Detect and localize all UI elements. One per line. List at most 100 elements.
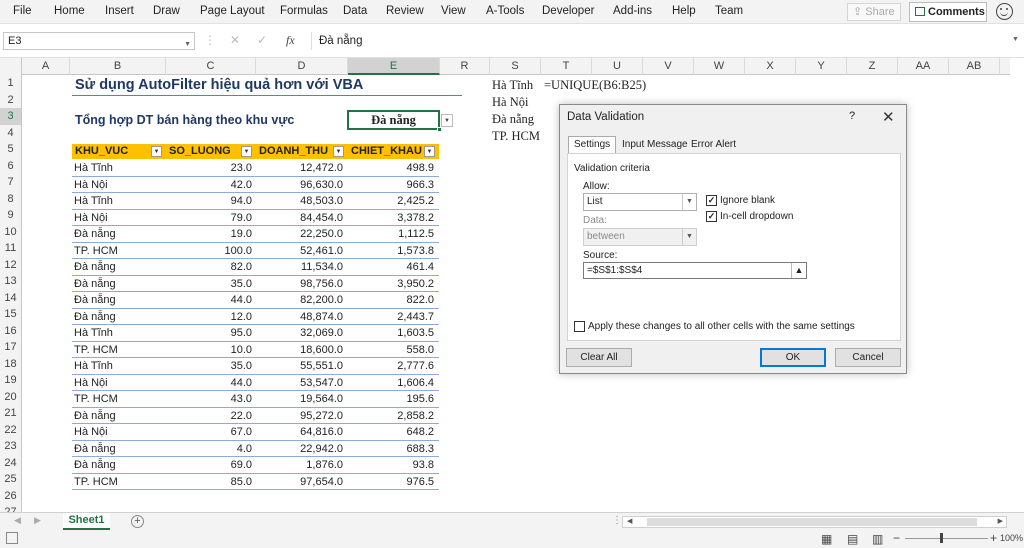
chevron-down-icon[interactable]: ▼ xyxy=(682,194,696,210)
table-cell[interactable]: 97,654.0 xyxy=(256,474,343,490)
tab-home[interactable]: Home xyxy=(54,5,85,17)
share-button[interactable]: ⇪ Share xyxy=(847,3,901,21)
tab-input-message[interactable]: Input Message xyxy=(617,137,693,154)
table-cell[interactable]: 22.0 xyxy=(166,408,252,424)
row-header[interactable]: 26 xyxy=(0,487,22,504)
tab-help[interactable]: Help xyxy=(672,5,696,17)
table-cell[interactable]: 648.2 xyxy=(348,424,434,440)
table-cell[interactable]: 82.0 xyxy=(166,259,252,275)
row-header[interactable]: 19 xyxy=(0,372,22,389)
table-cell[interactable]: 85.0 xyxy=(166,474,252,490)
validation-dropdown-icon[interactable]: ▼ xyxy=(441,114,453,127)
table-cell[interactable]: 12.0 xyxy=(166,309,252,325)
table-cell[interactable]: 18,600.0 xyxy=(256,342,343,358)
column-header[interactable]: T xyxy=(541,58,592,75)
table-cell[interactable]: 976.5 xyxy=(348,474,434,490)
ignore-blank-checkbox[interactable]: ✓ xyxy=(706,195,717,206)
fill-handle[interactable] xyxy=(437,127,442,132)
normal-view-icon[interactable]: ▦ xyxy=(821,532,832,546)
table-cell[interactable]: 100.0 xyxy=(166,243,252,259)
table-cell[interactable]: 52,461.0 xyxy=(256,243,343,259)
column-header[interactable]: Y xyxy=(796,58,847,75)
unique-value[interactable]: Hà Tĩnh xyxy=(492,78,533,93)
row-header[interactable]: 4 xyxy=(0,124,22,141)
scroll-left-icon[interactable]: ◀ xyxy=(14,515,21,526)
table-cell[interactable]: Đà nẵng xyxy=(74,226,166,242)
apply-all-checkbox[interactable] xyxy=(574,321,585,332)
table-cell[interactable]: 93.8 xyxy=(348,457,434,473)
row-header[interactable]: 27 xyxy=(0,504,22,512)
table-cell[interactable]: Đà nẵng xyxy=(74,309,166,325)
zoom-level[interactable]: 100% xyxy=(1000,533,1023,543)
tab-file[interactable]: File xyxy=(13,5,32,17)
table-cell[interactable]: 67.0 xyxy=(166,424,252,440)
active-cell-e3[interactable]: Đà nẵng xyxy=(347,110,440,130)
table-cell[interactable]: 498.9 xyxy=(348,160,434,176)
row-header[interactable]: 6 xyxy=(0,157,22,174)
tab-page-layout[interactable]: Page Layout xyxy=(200,5,265,17)
tab-a-tools[interactable]: A-Tools xyxy=(486,5,524,17)
tab-formulas[interactable]: Formulas xyxy=(280,5,328,17)
table-cell[interactable]: 19,564.0 xyxy=(256,391,343,407)
column-header[interactable]: B xyxy=(70,58,166,75)
table-cell[interactable]: TP. HCM xyxy=(74,243,166,259)
insert-function-icon[interactable]: fx xyxy=(286,33,295,48)
row-header[interactable]: 16 xyxy=(0,322,22,339)
table-cell[interactable]: 79.0 xyxy=(166,210,252,226)
table-cell[interactable]: 35.0 xyxy=(166,276,252,292)
row-header[interactable]: 17 xyxy=(0,339,22,356)
table-cell[interactable]: 32,069.0 xyxy=(256,325,343,341)
table-cell[interactable]: 42.0 xyxy=(166,177,252,193)
filter-dropdown-icon[interactable]: ▼ xyxy=(424,146,435,157)
table-cell[interactable]: 966.3 xyxy=(348,177,434,193)
scrollbar-thumb[interactable] xyxy=(647,518,977,526)
table-cell[interactable]: 48,503.0 xyxy=(256,193,343,209)
table-cell[interactable]: Đà nẵng xyxy=(74,457,166,473)
table-cell[interactable]: 98,756.0 xyxy=(256,276,343,292)
close-icon[interactable]: ✕ xyxy=(882,108,895,126)
row-header[interactable]: 24 xyxy=(0,454,22,471)
tab-insert[interactable]: Insert xyxy=(105,5,134,17)
row-header[interactable]: 14 xyxy=(0,289,22,306)
table-cell[interactable]: Hà Nội xyxy=(74,177,166,193)
table-cell[interactable]: 64,816.0 xyxy=(256,424,343,440)
column-header[interactable]: AA xyxy=(898,58,949,75)
table-cell[interactable]: 2,858.2 xyxy=(348,408,434,424)
row-header[interactable]: 8 xyxy=(0,190,22,207)
zoom-out-icon[interactable]: − xyxy=(893,531,900,545)
unique-value[interactable]: TP. HCM xyxy=(492,129,540,144)
table-cell[interactable]: 94.0 xyxy=(166,193,252,209)
tab-settings[interactable]: Settings xyxy=(568,136,617,154)
table-cell[interactable]: Hà Tĩnh xyxy=(74,193,166,209)
page-break-view-icon[interactable]: ▥ xyxy=(872,532,883,546)
row-header[interactable]: 23 xyxy=(0,438,22,455)
horizontal-scrollbar[interactable]: ◀ ▶ xyxy=(622,516,1007,528)
unique-value[interactable]: Đà nẵng xyxy=(492,112,534,127)
tab-data[interactable]: Data xyxy=(343,5,367,17)
table-cell[interactable]: TP. HCM xyxy=(74,391,166,407)
table-cell[interactable]: Đà nẵng xyxy=(74,276,166,292)
more-icon[interactable]: ⋮ xyxy=(612,515,622,526)
table-cell[interactable]: 95.0 xyxy=(166,325,252,341)
table-cell[interactable]: 11,534.0 xyxy=(256,259,343,275)
add-sheet-icon[interactable]: + xyxy=(131,515,144,528)
enter-icon[interactable]: ✓ xyxy=(257,33,267,47)
scroll-right-arrow-icon[interactable]: ▶ xyxy=(998,517,1003,527)
column-header[interactable]: S xyxy=(490,58,541,75)
column-header[interactable]: A xyxy=(22,58,70,75)
table-cell[interactable]: 84,454.0 xyxy=(256,210,343,226)
row-header[interactable]: 10 xyxy=(0,223,22,240)
tab-view[interactable]: View xyxy=(441,5,466,17)
table-cell[interactable]: TP. HCM xyxy=(74,474,166,490)
table-cell[interactable]: 1,603.5 xyxy=(348,325,434,341)
row-header[interactable]: 13 xyxy=(0,273,22,290)
row-header[interactable]: 9 xyxy=(0,207,22,224)
column-header[interactable]: D xyxy=(256,58,348,75)
feedback-smiley-icon[interactable] xyxy=(996,3,1013,20)
filter-dropdown-icon[interactable]: ▼ xyxy=(333,146,344,157)
column-header[interactable]: AB xyxy=(949,58,1000,75)
incell-dropdown-checkbox[interactable]: ✓ xyxy=(706,211,717,222)
column-header[interactable]: V xyxy=(643,58,694,75)
comments-button[interactable]: Comments xyxy=(909,2,987,22)
table-cell[interactable]: Đà nẵng xyxy=(74,441,166,457)
